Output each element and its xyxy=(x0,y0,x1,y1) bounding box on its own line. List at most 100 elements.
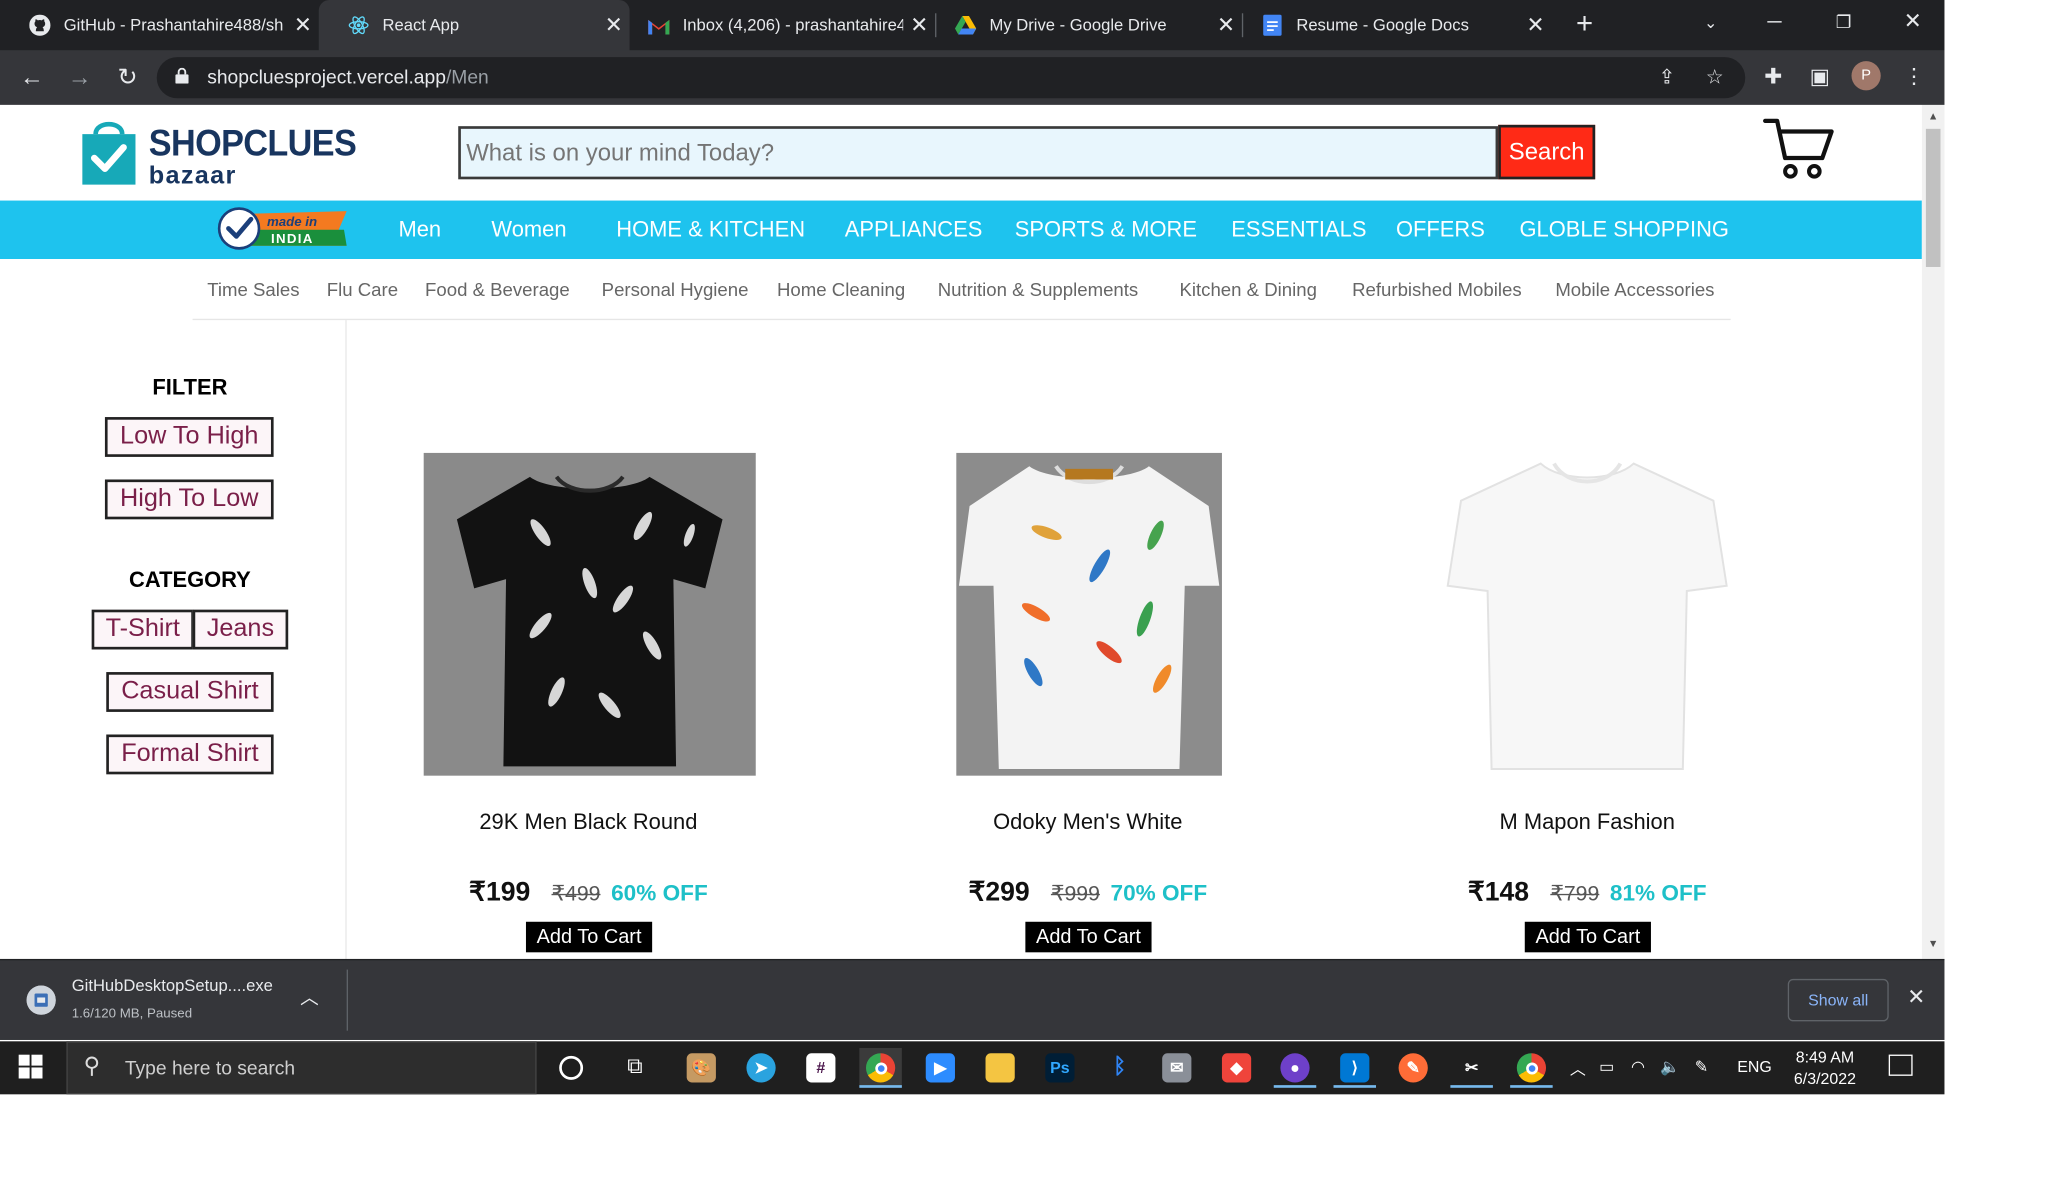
chrome-taskbar-icon[interactable] xyxy=(859,1047,902,1088)
nav-women[interactable]: Women xyxy=(491,201,566,259)
cart-icon[interactable] xyxy=(1761,116,1835,182)
profile-avatar[interactable]: P xyxy=(1851,61,1881,91)
windows-taskbar: ⚲ Type here to search ⧉ 🎨 ➤ # ▶ Ps ᛒ ✉ ◆… xyxy=(0,1041,1945,1095)
close-tab-icon[interactable]: ✕ xyxy=(1519,12,1551,39)
vscode-icon[interactable]: ⟩ xyxy=(1333,1048,1377,1088)
product-image-plain-white-tshirt[interactable] xyxy=(1441,453,1733,776)
snipping-tool-icon[interactable]: ✂ xyxy=(1450,1048,1493,1088)
nav-essentials[interactable]: ESSENTIALS xyxy=(1231,201,1366,259)
search-button[interactable]: Search xyxy=(1498,124,1596,180)
postman-icon[interactable]: ✎ xyxy=(1392,1048,1435,1088)
download-filename[interactable]: GitHubDesktopSetup....exe xyxy=(72,976,273,995)
photoshop-icon[interactable]: Ps xyxy=(1039,1048,1082,1088)
side-panel-icon[interactable]: ▣ xyxy=(1802,61,1837,96)
svg-text:INDIA: INDIA xyxy=(271,231,314,246)
close-window-button[interactable]: ✕ xyxy=(1886,0,1939,45)
address-bar[interactable]: shopcluesproject.vercel.app/Men ⇪ ☆ xyxy=(156,57,1746,99)
nav-sports-more[interactable]: SPORTS & MORE xyxy=(1015,201,1197,259)
subnav-food-beverage[interactable]: Food & Beverage xyxy=(425,259,570,320)
file-explorer-icon[interactable] xyxy=(979,1048,1022,1088)
chrome-second-icon[interactable] xyxy=(1510,1048,1553,1088)
battery-icon[interactable]: ▭ xyxy=(1599,1057,1614,1076)
subnav-home-cleaning[interactable]: Home Cleaning xyxy=(777,259,905,320)
product-image-black-tshirt[interactable] xyxy=(423,452,756,776)
scroll-down-arrow-icon[interactable]: ▼ xyxy=(1922,938,1945,950)
show-all-downloads-button[interactable]: Show all xyxy=(1787,978,1889,1022)
subnav-personal-hygiene[interactable]: Personal Hygiene xyxy=(602,259,749,320)
scroll-up-arrow-icon[interactable]: ▲ xyxy=(1922,110,1945,122)
search-input[interactable] xyxy=(458,126,1499,180)
subnav-mobile-accessories[interactable]: Mobile Accessories xyxy=(1555,259,1714,320)
product-image-white-printed-tshirt[interactable] xyxy=(956,452,1222,776)
product-price: ₹148 xyxy=(1467,877,1530,908)
add-to-cart-button[interactable]: Add To Cart xyxy=(1025,921,1152,953)
nav-offers[interactable]: OFFERS xyxy=(1396,201,1485,259)
close-tab-icon[interactable]: ✕ xyxy=(287,12,319,39)
windows-start-icon[interactable] xyxy=(18,1054,46,1082)
nav-men[interactable]: Men xyxy=(398,201,441,259)
wifi-icon[interactable]: ◠ xyxy=(1631,1057,1645,1076)
taskbar-clock[interactable]: 8:49 AM 6/3/2022 xyxy=(1780,1047,1870,1090)
volume-icon[interactable]: 🔈 xyxy=(1660,1057,1680,1076)
nav-home-kitchen[interactable]: HOME & KITCHEN xyxy=(616,201,805,259)
share-icon[interactable]: ⇪ xyxy=(1647,57,1687,98)
anydesk-icon[interactable]: ◆ xyxy=(1215,1048,1258,1088)
language-indicator[interactable]: ENG xyxy=(1737,1057,1772,1076)
subnav-nutrition[interactable]: Nutrition & Supplements xyxy=(938,259,1139,320)
shopclues-logo-text[interactable]: SHOPCLUES bazaar xyxy=(149,123,374,190)
category-casual-shirt-button[interactable]: Casual Shirt xyxy=(106,672,274,712)
close-download-bar-icon[interactable]: ✕ xyxy=(1907,984,1925,1011)
subnav-kitchen-dining[interactable]: Kitchen & Dining xyxy=(1179,259,1316,320)
product-title[interactable]: Odoky Men's White xyxy=(889,810,1287,835)
close-tab-icon[interactable]: ✕ xyxy=(598,12,630,39)
chevron-up-icon[interactable]: ︿ xyxy=(300,984,319,1011)
zoom-icon[interactable]: ▶ xyxy=(919,1048,962,1088)
subnav-time-sales[interactable]: Time Sales xyxy=(207,259,299,320)
github-desktop-icon[interactable]: ● xyxy=(1273,1048,1317,1088)
telegram-icon[interactable]: ➤ xyxy=(740,1048,783,1088)
close-tab-icon[interactable]: ✕ xyxy=(1210,12,1242,39)
nav-globle-shopping[interactable]: GLOBLE SHOPPING xyxy=(1519,201,1728,259)
mail-app-icon[interactable]: ✉ xyxy=(1156,1048,1199,1088)
minimize-button[interactable]: ─ xyxy=(1748,0,1801,45)
tray-chevron-up-icon[interactable]: ︿ xyxy=(1570,1057,1586,1080)
extensions-puzzle-icon[interactable]: ✚ xyxy=(1756,61,1791,96)
tab-react-app[interactable]: React App ✕ xyxy=(318,0,630,51)
nav-appliances[interactable]: APPLIANCES xyxy=(845,201,983,259)
shopclues-bag-logo-icon[interactable] xyxy=(80,118,138,187)
tab-search-chevron-icon[interactable]: ⌄ xyxy=(1684,0,1737,45)
slack-icon[interactable]: # xyxy=(800,1048,843,1088)
more-menu-icon[interactable]: ⋮ xyxy=(1897,61,1932,96)
add-to-cart-button[interactable]: Add To Cart xyxy=(525,921,653,953)
bluetooth-icon[interactable]: ᛒ xyxy=(1098,1048,1141,1088)
sort-low-to-high-button[interactable]: Low To High xyxy=(104,417,274,457)
cortana-icon[interactable] xyxy=(550,1048,593,1088)
pen-icon[interactable]: ✎ xyxy=(1695,1057,1708,1076)
tab-github[interactable]: GitHub - Prashantahire488/sh ✕ xyxy=(0,0,319,50)
taskbar-search-box[interactable]: ⚲ Type here to search xyxy=(66,1041,537,1095)
sort-high-to-low-button[interactable]: High To Low xyxy=(104,479,274,520)
category-tshirt-button[interactable]: T-Shirt xyxy=(91,609,194,650)
reload-icon[interactable]: ↻ xyxy=(112,61,144,93)
paint-icon[interactable]: 🎨 xyxy=(680,1048,723,1088)
category-formal-shirt-button[interactable]: Formal Shirt xyxy=(106,734,274,775)
back-arrow-icon[interactable]: ← xyxy=(16,61,48,93)
tab-gmail[interactable]: Inbox (4,206) - prashantahire4 ✕ xyxy=(630,0,935,50)
new-tab-button[interactable]: + xyxy=(1567,7,1602,42)
notification-center-icon[interactable] xyxy=(1888,1054,1913,1076)
tab-google-drive[interactable]: My Drive - Google Drive ✕ xyxy=(936,0,1241,50)
task-view-icon[interactable]: ⧉ xyxy=(614,1048,657,1088)
page-scrollbar[interactable]: ▲ ▼ xyxy=(1921,104,1945,959)
product-title[interactable]: 29K Men Black Round xyxy=(389,810,787,835)
subnav-flu-care[interactable]: Flu Care xyxy=(327,259,398,320)
scrollbar-thumb[interactable] xyxy=(1925,128,1941,267)
product-title[interactable]: M Mapon Fashion xyxy=(1388,810,1786,835)
category-jeans-button[interactable]: Jeans xyxy=(192,609,289,650)
subnav-refurbished-mobiles[interactable]: Refurbished Mobiles xyxy=(1352,259,1522,320)
forward-arrow-icon[interactable]: → xyxy=(64,61,96,93)
close-tab-icon[interactable]: ✕ xyxy=(903,12,935,39)
tab-google-docs[interactable]: Resume - Google Docs ✕ xyxy=(1243,0,1551,50)
add-to-cart-button[interactable]: Add To Cart xyxy=(1524,921,1651,953)
restore-button[interactable]: ❐ xyxy=(1817,0,1870,45)
bookmark-star-icon[interactable]: ☆ xyxy=(1695,57,1735,98)
